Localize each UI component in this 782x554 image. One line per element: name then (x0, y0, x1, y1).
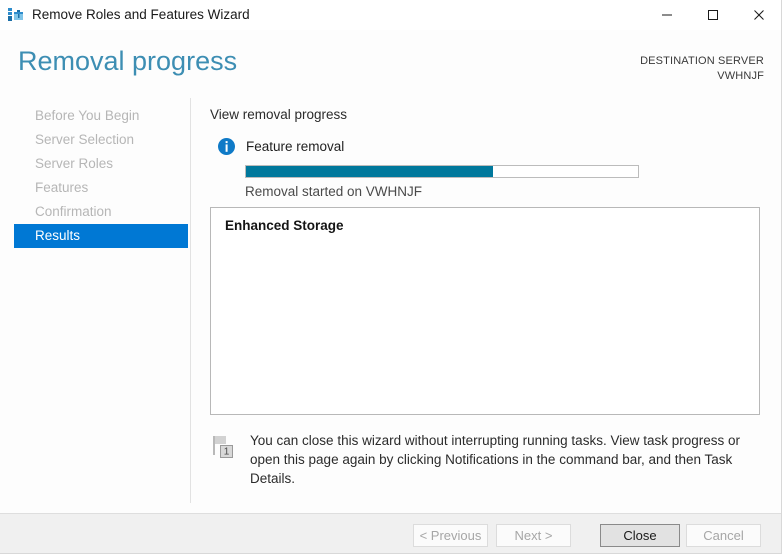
section-heading: View removal progress (210, 107, 348, 122)
list-item: Enhanced Storage (225, 218, 344, 233)
sidebar-item-server-roles[interactable]: Server Roles (14, 152, 188, 176)
task-label: Feature removal (246, 139, 345, 154)
destination-server-name: VWHNJF (717, 70, 764, 82)
wizard-window: Remove Roles and Features Wizard Removal… (0, 0, 782, 554)
cancel-button[interactable]: Cancel (686, 524, 761, 547)
info-icon (217, 137, 236, 156)
sidebar-item-features[interactable]: Features (14, 176, 188, 200)
destination-server-label: DESTINATION SERVER (640, 55, 764, 67)
minimize-button[interactable] (644, 0, 690, 30)
close-window-button[interactable] (736, 0, 781, 30)
progress-bar (245, 165, 639, 178)
window-title: Remove Roles and Features Wizard (32, 7, 250, 22)
page-title: Removal progress (18, 46, 238, 76)
destination-server-block: DESTINATION SERVER VWHNJF (640, 54, 764, 84)
svg-text:1: 1 (224, 447, 230, 458)
title-bar: Remove Roles and Features Wizard (0, 0, 781, 30)
wizard-body: Before You Begin Server Selection Server… (0, 92, 781, 513)
sidebar-item-server-selection[interactable]: Server Selection (14, 128, 188, 152)
wizard-note: 1 You can close this wizard without inte… (210, 431, 766, 488)
results-list-box[interactable]: Enhanced Storage (210, 207, 760, 415)
wizard-sidebar: Before You Begin Server Selection Server… (0, 104, 190, 248)
server-manager-toolbox-icon (7, 6, 25, 24)
previous-button[interactable]: < Previous (413, 524, 488, 547)
sidebar-item-confirmation[interactable]: Confirmation (14, 200, 188, 224)
page-header: Removal progress DESTINATION SERVER VWHN… (0, 30, 781, 92)
next-button[interactable]: Next > (496, 524, 571, 547)
sidebar-divider (190, 98, 191, 503)
task-row: Feature removal (210, 136, 650, 158)
sidebar-item-results[interactable]: Results (14, 224, 188, 248)
progress-bar-fill (246, 166, 493, 177)
close-icon (753, 9, 765, 21)
progress-status-text: Removal started on VWHNJF (245, 184, 423, 199)
close-button[interactable]: Close (600, 524, 680, 547)
maximize-icon (707, 9, 719, 21)
sidebar-item-before-you-begin[interactable]: Before You Begin (14, 104, 188, 128)
main-content: View removal progress Feature removal Re… (210, 92, 770, 513)
wizard-footer: < Previous Next > Close Cancel (0, 513, 781, 553)
minimize-icon (661, 9, 673, 21)
notification-flag-icon: 1 (210, 433, 240, 463)
maximize-button[interactable] (690, 0, 736, 30)
window-controls (644, 0, 781, 30)
note-text: You can close this wizard without interr… (250, 433, 741, 486)
